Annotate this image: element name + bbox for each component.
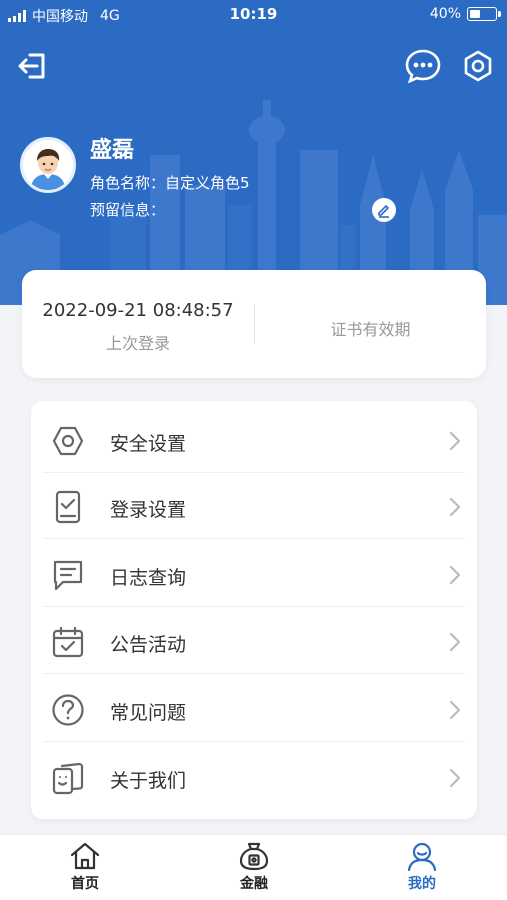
status-bar: 中国移动 4G 10:19 40% <box>0 0 507 30</box>
hexagon-settings-icon[interactable] <box>460 48 496 84</box>
tab-finance[interactable]: 金融 <box>194 841 314 899</box>
menu-item-faq[interactable]: 常见问题 <box>31 676 477 742</box>
reserve-info: 预留信息： <box>90 201 166 219</box>
battery-icon <box>467 7 501 21</box>
divider <box>43 606 465 607</box>
exit-icon[interactable] <box>15 48 51 84</box>
menu-item-security[interactable]: 安全设置 <box>31 407 477 473</box>
menu-item-login-settings[interactable]: 登录设置 <box>31 473 477 539</box>
settings-menu: 安全设置 登录设置 日志查询 公告活动 常见问题 关于我们 <box>31 401 477 819</box>
bottom-tab-bar: 首页 金融 我的 <box>0 834 507 900</box>
chat-log-icon <box>53 560 83 591</box>
menu-item-label: 登录设置 <box>110 499 187 521</box>
divider <box>43 538 465 539</box>
chevron-right-icon <box>449 431 461 451</box>
battery-percent: 40% <box>429 6 461 22</box>
divider <box>43 673 465 674</box>
menu-item-about-us[interactable]: 关于我们 <box>31 744 477 810</box>
tab-label: 金融 <box>240 876 268 892</box>
tab-label: 我的 <box>408 876 436 892</box>
home-icon <box>70 842 100 870</box>
menu-item-label: 常见问题 <box>110 702 187 724</box>
tab-label: 首页 <box>71 876 99 892</box>
chevron-right-icon <box>449 768 461 788</box>
role-name: 角色名称：自定义角色5 <box>90 174 250 192</box>
chevron-right-icon <box>449 565 461 585</box>
user-name: 盛磊 <box>90 138 135 163</box>
header: 中国移动 4G 10:19 40% 盛磊 角色名称：自定义角色5 预留信息： <box>0 0 507 305</box>
chevron-right-icon <box>449 497 461 517</box>
chevron-right-icon <box>449 700 461 720</box>
chevron-right-icon <box>449 632 461 652</box>
tab-home[interactable]: 首页 <box>25 841 145 899</box>
menu-item-label: 安全设置 <box>110 433 187 455</box>
money-bag-icon <box>239 842 269 871</box>
edit-icon[interactable] <box>372 198 396 222</box>
avatar[interactable] <box>20 137 76 193</box>
menu-item-label: 关于我们 <box>110 770 187 792</box>
calendar-check-icon <box>52 626 84 658</box>
user-icon <box>407 842 437 871</box>
last-login-label: 上次登录 <box>105 334 170 353</box>
tab-mine[interactable]: 我的 <box>362 841 482 899</box>
menu-item-label: 公告活动 <box>110 634 187 656</box>
device-check-icon <box>55 490 81 524</box>
menu-item-announcements[interactable]: 公告活动 <box>31 608 477 674</box>
cert-validity-label[interactable]: 证书有效期 <box>255 316 486 340</box>
menu-item-label: 日志查询 <box>110 567 187 589</box>
hexagon-nut-icon <box>52 426 84 456</box>
question-circle-icon <box>52 694 84 726</box>
divider <box>43 741 465 742</box>
login-info-card: 2022-09-21 08:48:57 上次登录 证书有效期 <box>22 270 486 378</box>
last-login-time: 2022-09-21 08:48:57 <box>42 300 234 321</box>
message-dots-icon[interactable] <box>405 48 441 84</box>
cards-smile-icon <box>52 762 84 795</box>
menu-item-log-query[interactable]: 日志查询 <box>31 541 477 607</box>
